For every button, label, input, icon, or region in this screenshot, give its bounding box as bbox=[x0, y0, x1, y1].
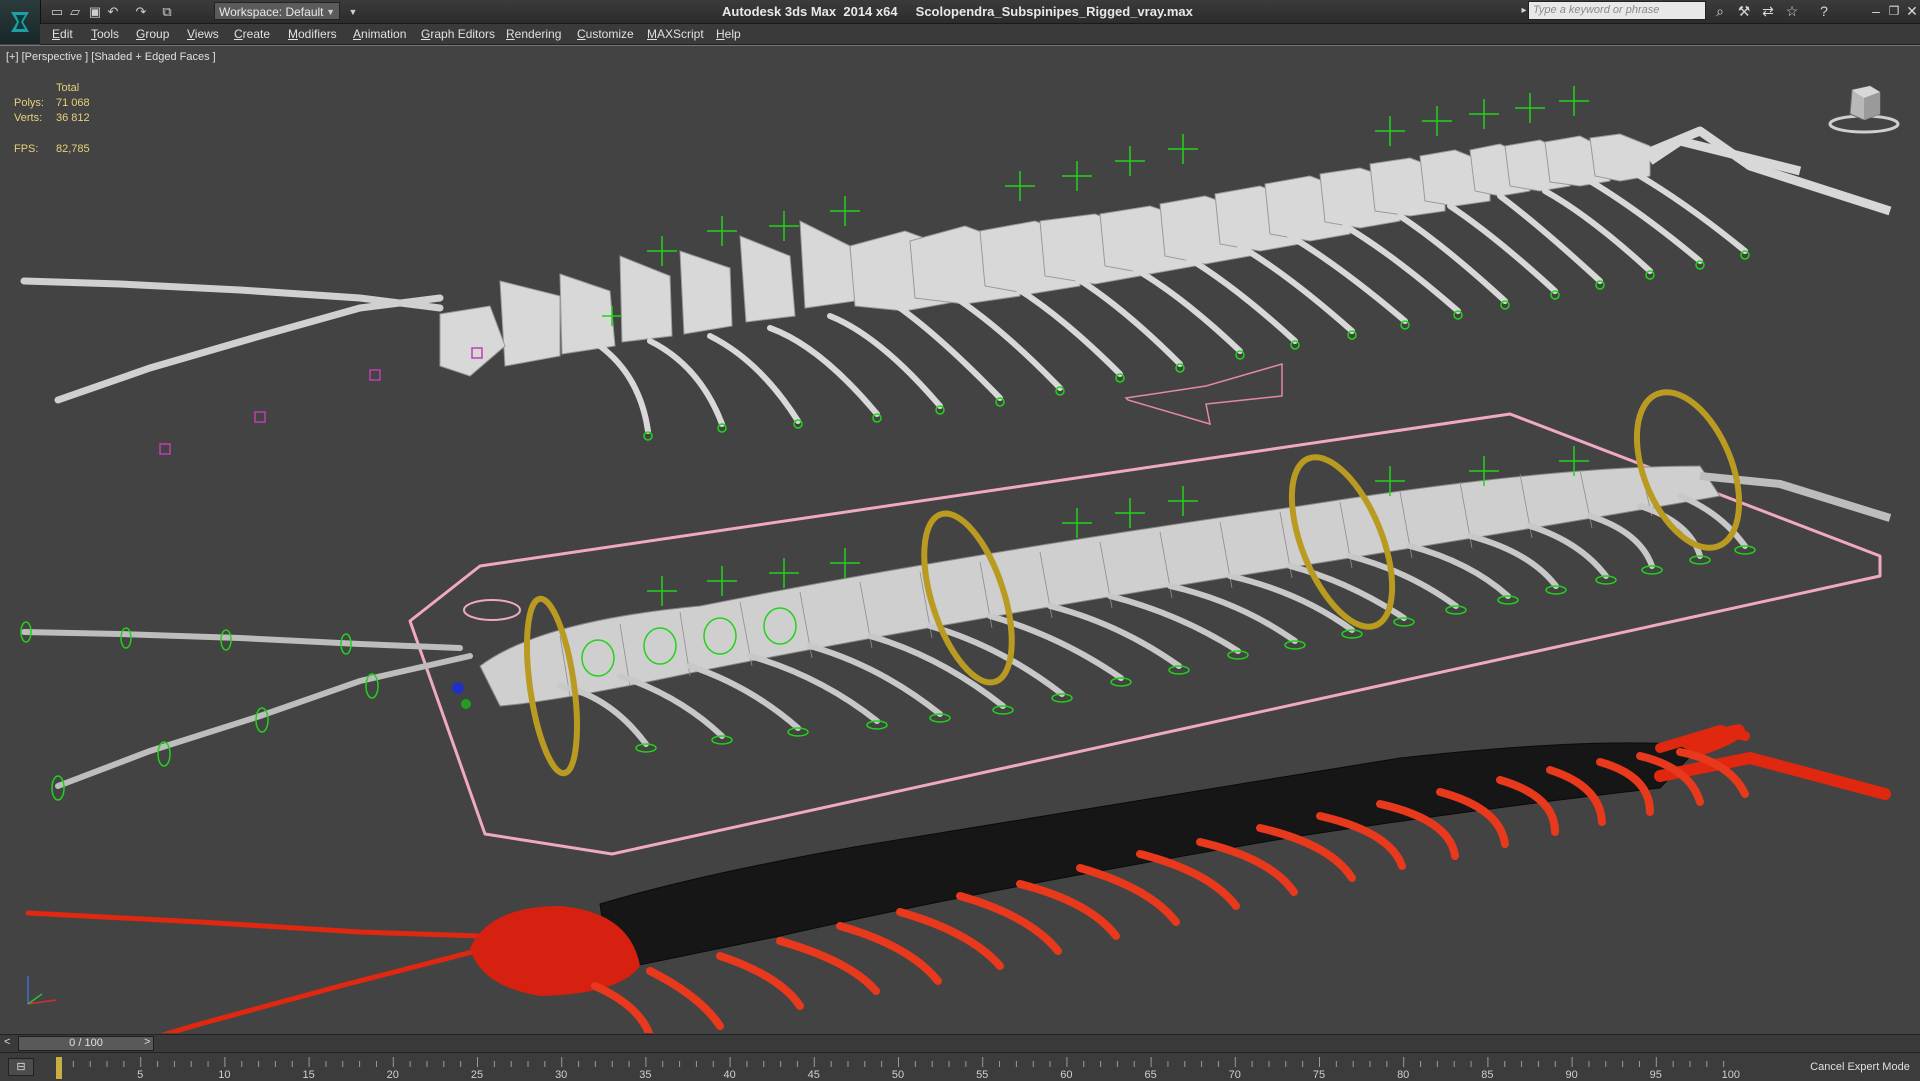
track-bar[interactable]: ⊟ 5 10 15 20 25 30 35 40 45 50 55 60 65 70 75 80 85 90 95 1… bbox=[0, 1052, 1920, 1081]
menu-animation[interactable]: Animation bbox=[353, 27, 406, 41]
ruler-tick-label: 85 bbox=[1481, 1069, 1493, 1081]
restore-icon[interactable]: ❐ bbox=[1884, 2, 1904, 20]
time-slider-thumb[interactable]: 0 / 100 bbox=[18, 1036, 154, 1051]
workspace-dropdown[interactable]: Workspace: Default ▼ bbox=[214, 2, 340, 20]
ruler-tick-label: 45 bbox=[808, 1069, 820, 1081]
menu-customize[interactable]: Customize bbox=[577, 27, 634, 41]
menu-modifiers[interactable]: Modifiers bbox=[288, 27, 337, 41]
ruler-tick-label: 15 bbox=[302, 1069, 314, 1081]
ruler-tick-label: 65 bbox=[1144, 1069, 1156, 1081]
ruler-tick-label: 80 bbox=[1397, 1069, 1409, 1081]
viewcube-icon[interactable] bbox=[1826, 84, 1902, 134]
next-frame-button[interactable]: > bbox=[144, 1036, 150, 1048]
menu-create[interactable]: Create bbox=[234, 27, 270, 41]
binoculars-icon[interactable]: ⌕ bbox=[1710, 2, 1730, 20]
menu-tools[interactable]: Tools bbox=[91, 27, 119, 41]
chevron-down-icon: ▼ bbox=[326, 7, 335, 17]
rendered-model bbox=[25, 724, 1891, 1033]
open-file-icon[interactable]: ▱ bbox=[66, 3, 84, 20]
scene-render bbox=[20, 86, 1892, 1033]
file-name: Scolopendra_Subspinipes_Rigged_vray.max bbox=[915, 4, 1193, 19]
redo-icon[interactable]: ↷ bbox=[132, 3, 150, 20]
ruler-tick-label: 55 bbox=[976, 1069, 988, 1081]
ruler-tick-label: 50 bbox=[892, 1069, 904, 1081]
ruler-tick-label: 100 bbox=[1722, 1069, 1740, 1081]
ruler-tick-label: 60 bbox=[1060, 1069, 1072, 1081]
exchange-icon[interactable]: ⇄ bbox=[1758, 2, 1778, 20]
max-logo-icon bbox=[11, 12, 29, 32]
help-icon[interactable]: ? bbox=[1814, 2, 1834, 20]
new-file-icon[interactable]: ▭ bbox=[48, 3, 66, 20]
cancel-expert-mode-button[interactable]: Cancel Expert Mode bbox=[1800, 1057, 1920, 1077]
time-slider[interactable]: < 0 / 100 > bbox=[0, 1034, 1920, 1053]
ruler-tick-label: 95 bbox=[1650, 1069, 1662, 1081]
app-title: Autodesk 3ds Max 2014 x64 bbox=[722, 4, 898, 19]
frame-ruler[interactable]: 5 10 15 20 25 30 35 40 45 50 55 60 65 70 75 80 85 90 95 100 bbox=[56, 1053, 1740, 1081]
menu-group[interactable]: Group bbox=[136, 27, 169, 41]
menu-views[interactable]: Views bbox=[187, 27, 219, 41]
ruler-tick-label: 70 bbox=[1229, 1069, 1241, 1081]
ruler-tick-label: 75 bbox=[1313, 1069, 1325, 1081]
star-icon[interactable]: ☆ bbox=[1782, 2, 1802, 20]
search-input[interactable]: Type a keyword or phrase bbox=[1528, 1, 1706, 20]
app-menu-button[interactable] bbox=[0, 0, 41, 44]
verts-value: 36 812 bbox=[56, 112, 90, 124]
stats-header: Total bbox=[56, 82, 80, 94]
menu-bar: Edit Tools Group Views Create Modifiers … bbox=[40, 24, 1920, 45]
wrench-icon[interactable]: ⚒ bbox=[1734, 2, 1754, 20]
viewport-label[interactable]: [+] [Perspective ] [Shaded + Edged Faces… bbox=[6, 51, 216, 63]
fps-value: 82,785 bbox=[56, 143, 90, 155]
ruler-tick-label: 40 bbox=[723, 1069, 735, 1081]
title-bar: ▭ ▱ ▣ ↶ ↷ ⧉ Workspace: Default ▼ ▼ Autod… bbox=[0, 0, 1920, 44]
menu-edit[interactable]: Edit bbox=[52, 27, 73, 41]
verts-label: Verts: bbox=[14, 112, 43, 124]
polys-label: Polys: bbox=[14, 97, 44, 109]
axis-tripod-icon bbox=[27, 976, 57, 1005]
current-frame-marker[interactable] bbox=[56, 1057, 62, 1079]
undo-icon[interactable]: ↶ bbox=[104, 3, 122, 20]
perspective-viewport[interactable]: [+] [Perspective ] [Shaded + Edged Faces… bbox=[0, 45, 1920, 1033]
menu-maxscript[interactable]: MAXScript bbox=[647, 27, 704, 41]
minimize-icon[interactable]: – bbox=[1866, 2, 1886, 20]
menu-graph-editors[interactable]: Graph Editors bbox=[421, 27, 495, 41]
ruler-tick-label: 90 bbox=[1565, 1069, 1577, 1081]
menu-rendering[interactable]: Rendering bbox=[506, 27, 561, 41]
window-title: Autodesk 3ds Max 2014 x64 Scolopendra_Su… bbox=[722, 4, 1193, 19]
polys-value: 71 068 bbox=[56, 97, 90, 109]
ruler-tick-label: 10 bbox=[218, 1069, 230, 1081]
project-folder-icon[interactable]: ⧉ bbox=[158, 3, 176, 20]
ruler-tick-label: 25 bbox=[471, 1069, 483, 1081]
menu-help[interactable]: Help bbox=[716, 27, 741, 41]
ruler-tick-label: 30 bbox=[555, 1069, 567, 1081]
prev-frame-button[interactable]: < bbox=[4, 1036, 10, 1048]
direction-arrow bbox=[1124, 363, 1283, 426]
close-icon[interactable]: ✕ bbox=[1902, 2, 1920, 20]
fps-label: FPS: bbox=[14, 143, 39, 155]
ruler-tick-label: 35 bbox=[639, 1069, 651, 1081]
mini-curve-editor-icon[interactable]: ⊟ bbox=[8, 1058, 34, 1076]
bone-rig-model bbox=[20, 86, 1892, 455]
workspace-label: Workspace: Default bbox=[219, 5, 324, 19]
save-file-icon[interactable]: ▣ bbox=[86, 3, 104, 20]
ruler-tick-label: 20 bbox=[387, 1069, 399, 1081]
quick-access-dropdown-icon[interactable]: ▼ bbox=[344, 3, 362, 20]
ruler-tick-label: 5 bbox=[137, 1069, 143, 1081]
